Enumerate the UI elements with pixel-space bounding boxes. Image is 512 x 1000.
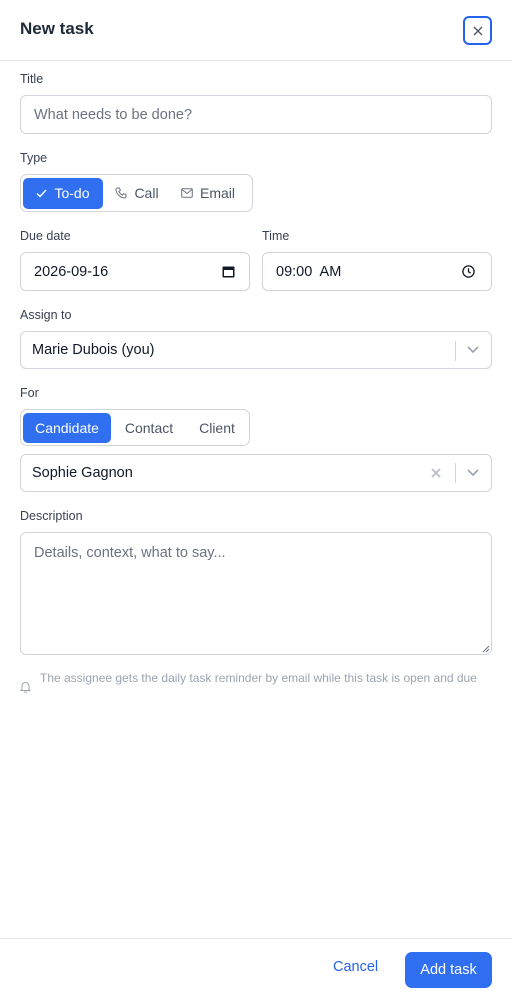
select-divider [455, 463, 456, 483]
resize-handle-icon[interactable] [482, 645, 490, 653]
description-label: Description [20, 509, 83, 523]
time-value: 09:00 AM [276, 263, 342, 280]
phone-icon [115, 187, 127, 199]
close-button[interactable] [463, 16, 492, 45]
cancel-button[interactable]: Cancel [333, 959, 378, 975]
reminder-hint: The assignee gets the daily task reminde… [40, 671, 477, 685]
description-textarea[interactable]: Details, context, what to say... [20, 532, 492, 655]
for-select[interactable]: Sophie Gagnon [20, 454, 492, 492]
check-icon [36, 189, 47, 198]
time-input[interactable]: 09:00 AM [262, 252, 492, 291]
type-option-call[interactable]: Call [103, 178, 171, 209]
due-date-input[interactable]: 2026-09-16 [20, 252, 250, 291]
for-option-candidate[interactable]: Candidate [23, 412, 111, 443]
for-option-label: Client [199, 419, 235, 436]
type-option-email[interactable]: Email [171, 178, 245, 209]
dialog-title: New task [20, 19, 94, 38]
for-option-client[interactable]: Client [187, 413, 247, 443]
type-option-label: Call [134, 185, 159, 201]
assign-value: Marie Dubois (you) [32, 342, 155, 358]
select-divider [455, 341, 456, 361]
dialog-header: New task [0, 0, 512, 61]
type-option-todo[interactable]: To-do [23, 177, 103, 209]
chevron-down-icon[interactable] [467, 346, 479, 354]
for-option-label: Candidate [35, 419, 99, 436]
type-segmented-control: To-do Call Email [20, 174, 253, 212]
for-option-contact[interactable]: Contact [111, 413, 187, 443]
chevron-down-icon[interactable] [467, 469, 479, 477]
bell-icon [20, 681, 31, 693]
title-placeholder: What needs to be done? [34, 106, 193, 123]
clear-icon[interactable] [431, 468, 441, 478]
description-placeholder: Details, context, what to say... [34, 545, 226, 561]
type-label: Type [20, 151, 48, 165]
due-date-label: Due date [20, 229, 71, 243]
for-option-label: Contact [124, 419, 174, 436]
mail-icon [181, 188, 193, 198]
assign-label: Assign to [20, 308, 72, 322]
for-segmented-control: Candidate Contact Client [20, 409, 250, 446]
time-label: Time [262, 229, 290, 243]
close-icon [473, 26, 482, 35]
type-option-label: Email [199, 185, 235, 201]
type-option-label: To-do [54, 185, 90, 201]
clock-icon[interactable] [462, 265, 475, 278]
due-date-value: 2026-09-16 [34, 263, 109, 280]
calendar-icon[interactable] [222, 265, 235, 278]
for-selected-value: Sophie Gagnon [32, 465, 133, 481]
assign-select[interactable]: Marie Dubois (you) [20, 331, 492, 369]
for-label: For [20, 386, 39, 400]
title-input[interactable]: What needs to be done? [20, 95, 492, 134]
title-label: Title [20, 72, 44, 86]
add-task-button[interactable]: Add task [405, 952, 492, 988]
